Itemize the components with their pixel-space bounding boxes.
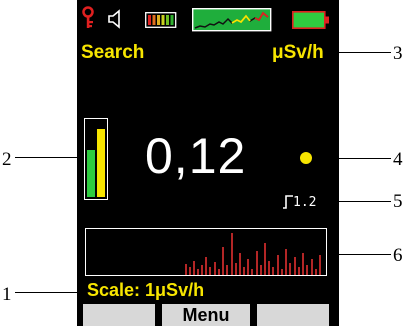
callout-3: 3 [393, 43, 403, 64]
menu-softkey[interactable]: Menu [162, 304, 250, 326]
callout-6: 6 [393, 245, 403, 266]
callout-2: 2 [2, 149, 12, 170]
bar-yellow-level [97, 129, 105, 197]
key-icon [81, 6, 95, 35]
speaker-icon [107, 9, 125, 34]
dose-history-graph [85, 228, 327, 276]
softkey-right[interactable] [257, 304, 329, 326]
unit-label: μSv/h [272, 42, 324, 63]
leader-line-2 [15, 157, 85, 158]
bar-level-indicator [84, 118, 108, 200]
mode-label: Search [81, 42, 145, 63]
battery-icon [292, 11, 330, 34]
leader-line-3 [331, 52, 391, 53]
spectrum-icon [191, 7, 272, 37]
bar-green-level [87, 150, 95, 197]
callout-5: 5 [393, 191, 403, 212]
indicator-dot [300, 152, 312, 164]
leader-line-5 [330, 201, 391, 202]
softkey-left[interactable] [83, 304, 155, 326]
threshold-value: 1.2 [293, 195, 317, 210]
threshold-pulse-icon [283, 195, 293, 214]
status-bar [77, 0, 339, 36]
signal-level-icon [145, 12, 177, 33]
callout-1: 1 [2, 284, 12, 305]
dose-rate-value: 0,12 [145, 128, 247, 184]
scale-label: Scale: 1μSv/h [87, 280, 205, 300]
device-screen: Search μSv/h 0,12 1.2 Scale: 1μSv/h Menu [77, 0, 339, 326]
history-bars [185, 233, 321, 275]
callout-4: 4 [393, 149, 403, 170]
menu-softkey-label: Menu [182, 305, 230, 325]
